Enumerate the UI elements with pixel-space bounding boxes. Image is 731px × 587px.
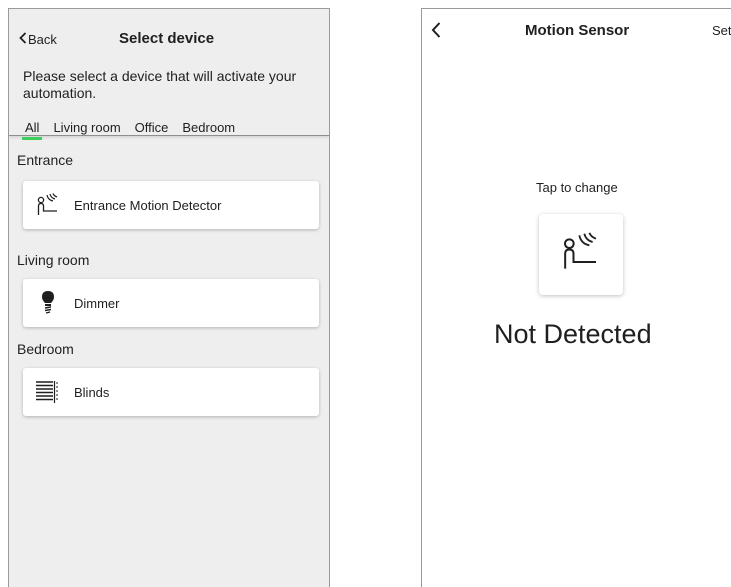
back-button[interactable] — [431, 21, 441, 44]
section-title-bedroom: Bedroom — [17, 341, 74, 357]
detection-status: Not Detected — [494, 319, 652, 349]
page-title: Select device — [119, 30, 215, 47]
page-title: Motion Sensor — [525, 22, 630, 39]
motion-sensor-screen: Motion Sensor Set Tap to change Not Dete… — [421, 8, 731, 587]
select-device-screen: Back Select device Please select a devic… — [8, 8, 330, 587]
sensor-state-tile[interactable] — [539, 214, 623, 295]
back-button[interactable]: Back — [19, 31, 57, 47]
device-card-blinds[interactable]: Blinds — [23, 368, 319, 416]
chevron-left-icon — [431, 21, 441, 43]
light-bulb-icon — [34, 289, 62, 317]
blinds-icon — [34, 378, 62, 406]
chevron-left-icon — [19, 31, 27, 47]
tab-living-room[interactable]: Living room — [53, 120, 120, 136]
tab-all[interactable]: All — [21, 120, 44, 140]
section-title-living-room: Living room — [17, 252, 90, 268]
description: Please select a device that will activat… — [23, 68, 297, 101]
device-label: Dimmer — [74, 295, 120, 311]
section-title-entrance: Entrance — [17, 152, 74, 168]
device-label: Entrance Motion Detector — [74, 197, 222, 213]
tab-office[interactable]: Office — [135, 120, 169, 136]
motion-sensor-icon — [34, 191, 62, 219]
settings-button[interactable]: Set — [712, 23, 731, 38]
room-tabs: All Living room Office Bedroom — [21, 120, 249, 140]
motion-sensor-icon — [559, 232, 603, 277]
device-label: Blinds — [74, 384, 110, 400]
device-card-dimmer[interactable]: Dimmer — [23, 279, 319, 327]
tap-hint: Tap to change — [536, 180, 618, 195]
header: Back Select device Please select a devic… — [9, 9, 329, 140]
device-card-entrance-motion-detector[interactable]: Entrance Motion Detector — [23, 181, 319, 229]
back-label: Back — [28, 31, 57, 47]
tab-bedroom[interactable]: Bedroom — [182, 120, 235, 136]
